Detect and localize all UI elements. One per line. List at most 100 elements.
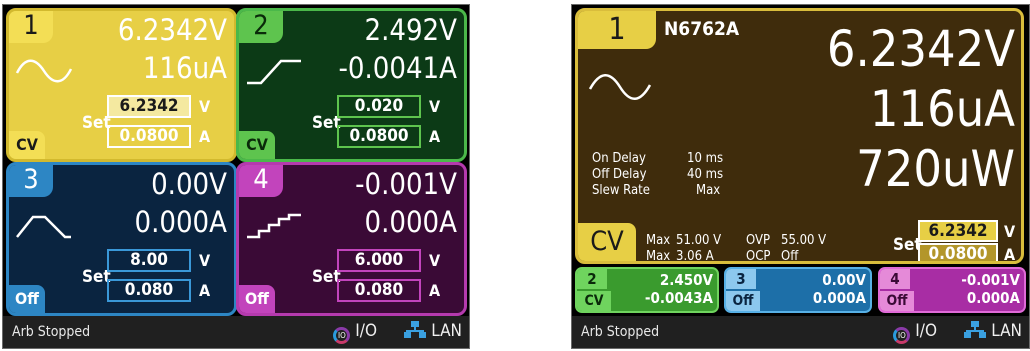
channel-number: 3 (9, 165, 53, 197)
current-setpoint-field[interactable]: 0.080 (337, 279, 421, 302)
param-label: On Delay (592, 151, 646, 166)
channel-number: 1 (9, 11, 53, 43)
limit-label: Max (646, 249, 671, 264)
param-value: 40 ms (687, 167, 724, 182)
voltage-reading: -0.001V (355, 167, 457, 201)
current-setpoint-field[interactable]: 0.0800 (337, 125, 421, 148)
staircase-wave-icon (247, 213, 301, 239)
current-reading: 116uA (142, 51, 227, 85)
voltage-unit: V (1004, 222, 1016, 241)
arb-status: Arb Stopped (12, 324, 91, 340)
channel-number: 3 (726, 269, 756, 289)
lan-indicator: LAN (404, 321, 462, 341)
param-label: Off Delay (592, 167, 647, 182)
io-label: I/O (915, 321, 937, 341)
voltage-reading: -0.001V (961, 271, 1020, 289)
current-setpoint-field[interactable]: 0.0800 (107, 125, 191, 148)
voltage-setpoint-field[interactable]: 6.000 (337, 249, 421, 272)
limits-table: Max 51.00 V OVP 55.00 V Max 3.06 A OCP Off (646, 233, 886, 264)
voltage-unit: V (199, 97, 211, 116)
sine-wave-icon (15, 59, 73, 83)
current-unit: A (199, 127, 211, 146)
ramp-wave-icon (247, 59, 301, 85)
protection-label: OVP (746, 233, 771, 248)
mode-badge: Off (880, 291, 914, 311)
voltage-unit: V (429, 251, 441, 270)
limit-value: 3.06 A (676, 249, 714, 264)
lan-indicator: LAN (964, 321, 1022, 341)
current-reading: 0.000A (364, 205, 457, 239)
voltage-reading: 6.2342V (117, 13, 227, 47)
current-reading: -0.0041A (338, 51, 457, 85)
channel-4-panel[interactable]: 4 -0.001V 0.000A Set 6.000 V 0.080 A Off (236, 162, 467, 316)
io-icon: IO (333, 327, 351, 344)
mode-badge: CV (577, 291, 611, 311)
current-unit: A (429, 127, 441, 146)
voltage-reading: 2.450V (659, 271, 713, 289)
protection-value: 55.00 V (781, 233, 827, 248)
multi-channel-screen: 1 6.2342V 116uA Set 6.2342 V 0.0800 A CV… (2, 4, 470, 349)
voltage-setpoint-field[interactable]: 6.2342 (107, 95, 191, 118)
voltage-setpoint-field[interactable]: 8.00 (107, 249, 191, 272)
model-number: N6762A (664, 18, 740, 40)
mode-badge: CV (239, 131, 275, 159)
channel-3-mini-panel[interactable]: 3 Off 0.00V 0.000A (724, 267, 872, 313)
sine-wave-icon (588, 74, 652, 100)
channel-4-mini-panel[interactable]: 4 Off -0.001V 0.000A (878, 267, 1026, 313)
channel-number: 4 (239, 165, 283, 197)
channel-2-panel[interactable]: 2 2.492V -0.0041A Set 0.020 V 0.0800 A C… (236, 8, 467, 162)
current-reading: 0.000A (966, 289, 1020, 307)
current-reading: -0.0043A (644, 289, 713, 307)
lan-icon (404, 321, 427, 338)
mode-badge: Off (9, 285, 45, 313)
limit-label: Max (646, 233, 671, 248)
channel-number: 2 (577, 269, 607, 289)
delay-parameters: On Delay 10 ms Off Delay 40 ms Slew Rate Ma… (592, 151, 762, 199)
trapezoid-wave-icon (16, 215, 71, 239)
io-icon: IO (893, 327, 911, 344)
channel-1-panel[interactable]: 1 6.2342V 116uA Set 6.2342 V 0.0800 A CV (6, 8, 237, 162)
mode-badge: CV (578, 223, 636, 261)
channel-3-panel[interactable]: 3 0.00V 0.000A Set 8.00 V 0.080 A Off (6, 162, 237, 316)
current-unit: A (429, 281, 441, 300)
channel-number: 4 (880, 269, 910, 289)
current-unit: A (1004, 245, 1016, 264)
voltage-unit: V (429, 97, 441, 116)
lan-label: LAN (991, 321, 1022, 341)
voltage-setpoint-field[interactable]: 0.020 (337, 95, 421, 118)
mode-badge: Off (726, 291, 760, 311)
io-label: I/O (355, 321, 377, 341)
protection-value: Off (781, 249, 799, 264)
voltage-reading: 2.492V (364, 13, 457, 47)
voltage-reading: 0.00V (822, 271, 866, 289)
channel-number: 2 (239, 11, 283, 43)
param-label: Slew Rate (592, 183, 650, 198)
current-setpoint-field[interactable]: 0.080 (107, 279, 191, 302)
power-reading: 720uW (856, 140, 1015, 198)
param-value: 10 ms (687, 151, 724, 166)
arb-status: Arb Stopped (581, 324, 660, 340)
current-unit: A (199, 281, 211, 300)
channel-2-mini-panel[interactable]: 2 CV 2.450V -0.0043A (575, 267, 719, 313)
mode-badge: CV (9, 131, 45, 159)
mode-badge: Off (239, 285, 275, 313)
channel-1-detail-panel[interactable]: 1 N6762A 6.2342V 116uA 720uW On Delay 10 … (575, 8, 1024, 264)
voltage-setpoint-field[interactable]: 6.2342 (918, 220, 998, 242)
voltage-unit: V (199, 251, 211, 270)
param-value: Max (696, 183, 721, 198)
current-reading: 0.000A (134, 205, 227, 239)
lan-label: LAN (431, 321, 462, 341)
single-channel-screen: 1 N6762A 6.2342V 116uA 720uW On Delay 10 … (571, 4, 1030, 349)
current-setpoint-field[interactable]: 0.0800 (918, 243, 998, 261)
limit-value: 51.00 V (676, 233, 722, 248)
io-indicator: IO I/O (893, 321, 937, 344)
channel-number: 1 (578, 11, 656, 49)
status-bar: Arb Stopped IO I/O LAN (572, 316, 1029, 348)
current-reading: 116uA (869, 80, 1015, 138)
lan-icon (964, 321, 987, 338)
voltage-reading: 0.00V (151, 167, 227, 201)
voltage-reading: 6.2342V (826, 20, 1015, 78)
status-bar: Arb Stopped IO I/O LAN (3, 316, 469, 348)
protection-label: OCP (746, 249, 771, 264)
io-indicator: IO I/O (333, 321, 377, 344)
